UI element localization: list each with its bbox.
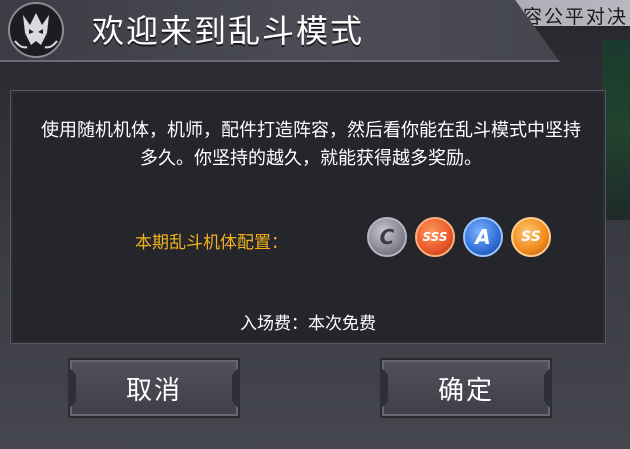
rank-c-badge-icon: C xyxy=(367,217,407,257)
cancel-button-label: 取消 xyxy=(125,375,182,406)
page-title: 欢迎来到乱斗模式 xyxy=(92,12,365,50)
rank-ss-text: SS xyxy=(521,229,541,245)
confirm-button[interactable]: 确定 xyxy=(380,358,552,418)
wolf-emblem-icon xyxy=(0,0,72,60)
rank-badge-list: C SSS A SS xyxy=(367,217,551,257)
rank-ss-badge-icon: SS xyxy=(511,217,551,257)
rank-c-text: C xyxy=(379,225,395,249)
confirm-button-label: 确定 xyxy=(437,375,494,406)
rank-a-badge-icon: A xyxy=(463,217,503,257)
dialog-header: 欢迎来到乱斗模式 xyxy=(0,0,560,62)
config-label: 本期乱斗机体配置： xyxy=(135,233,288,253)
background-scenery xyxy=(602,40,630,220)
rank-a-text: A xyxy=(475,225,491,249)
entry-fee: 入场费：本次免费 xyxy=(240,314,376,334)
rank-sss-badge-icon: SSS xyxy=(415,217,455,257)
cancel-button[interactable]: 取消 xyxy=(68,358,240,418)
dialog-panel: 使用随机机体，机师，配件打造阵容，然后看你能在乱斗模式中坚持多久。你坚持的越久，… xyxy=(10,90,606,344)
rank-sss-text: SSS xyxy=(422,230,448,244)
mode-description: 使用随机机体，机师，配件打造阵容，然后看你能在乱斗模式中坚持多久。你坚持的越久，… xyxy=(41,120,581,169)
